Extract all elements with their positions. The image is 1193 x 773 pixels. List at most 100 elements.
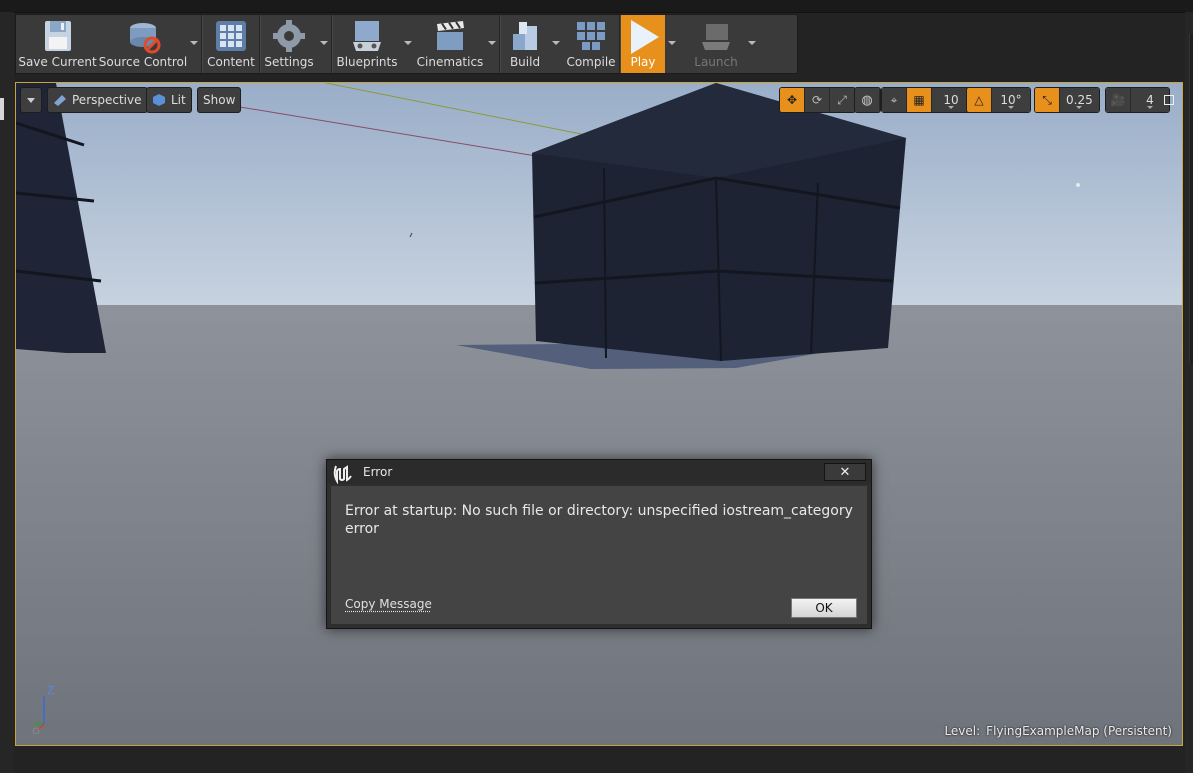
error-dialog: Error ✕ Error at startup: No such file o…: [326, 459, 872, 629]
compile-button[interactable]: Compile: [563, 15, 619, 73]
save-icon: [44, 21, 71, 51]
right-panel-scrollbar[interactable]: [1189, 34, 1193, 364]
viewport-options-button[interactable]: [20, 87, 42, 113]
source-control-icon: [130, 23, 161, 54]
scale-snap-group: ⤡ 0.25: [1034, 87, 1100, 113]
settings-dropdown[interactable]: [317, 15, 331, 73]
launch-dropdown[interactable]: [745, 15, 759, 73]
axis-gizmo-icon: [32, 696, 45, 735]
transform-mode-group: ✥ ⟳ ⤢: [779, 87, 856, 113]
close-icon: ✕: [839, 464, 851, 480]
build-button[interactable]: Build: [501, 15, 549, 73]
scale-snap-toggle[interactable]: ⤡: [1035, 88, 1060, 112]
camera-speed-group: 🎥 4: [1105, 87, 1170, 113]
unreal-logo-icon: [333, 465, 352, 484]
cinematics-icon: [437, 21, 464, 50]
lit-label: Lit: [171, 93, 186, 107]
rotate-tool-button[interactable]: ⟳: [805, 88, 830, 112]
world-space-button[interactable]: ◍: [855, 88, 880, 112]
surface-snap-icon: ⌖: [890, 92, 898, 107]
content-button[interactable]: Content: [203, 15, 259, 73]
ok-button[interactable]: OK: [791, 598, 857, 618]
right-panel-edge: [1185, 12, 1193, 773]
launch-icon: [702, 24, 730, 50]
source-control-button[interactable]: Source Control: [99, 15, 187, 73]
cinematics-dropdown[interactable]: [485, 15, 499, 73]
level-viewport[interactable]: Perspective Lit Show ✥ ⟳ ⤢ ◍ ⌖ ▦ 10 △ 10…: [15, 82, 1183, 746]
translate-tool-button[interactable]: ✥: [780, 88, 805, 112]
launch-label: Launch: [694, 55, 738, 69]
play-icon: [631, 20, 659, 54]
dialog-title-bar[interactable]: Error ✕: [327, 460, 871, 484]
build-icon: [513, 22, 537, 50]
play-dropdown[interactable]: [665, 15, 687, 73]
axis-z-label: Z: [47, 684, 55, 697]
scale-icon: ⤢: [837, 92, 847, 107]
cinematics-label: Cinematics: [416, 55, 484, 69]
content-label: Content: [207, 55, 255, 69]
lit-icon: [153, 94, 165, 106]
grid-icon: ▦: [913, 93, 925, 107]
build-dropdown[interactable]: [549, 15, 563, 73]
settings-button[interactable]: Settings: [261, 15, 317, 73]
blueprints-label: Blueprints: [336, 55, 398, 69]
rotation-snap-group: △ 10°: [966, 87, 1031, 113]
launch-button[interactable]: Launch: [687, 15, 745, 73]
title-strip: [0, 0, 1193, 13]
maximize-viewport-button[interactable]: [1162, 93, 1174, 105]
camera-icon: 🎥: [1110, 93, 1126, 107]
left-panel-tab[interactable]: [0, 98, 4, 120]
axis-indicator: Z: [26, 684, 66, 737]
viewport-scene: [16, 83, 1182, 745]
content-icon: [216, 21, 246, 51]
level-label: Level:: [944, 724, 981, 738]
compile-icon: [577, 22, 605, 50]
save-current-button[interactable]: Save Current: [16, 15, 99, 73]
grid-snap-toggle[interactable]: ▦: [907, 88, 932, 112]
rotation-snap-value[interactable]: 10°: [992, 88, 1030, 112]
perspective-label: Perspective: [72, 93, 142, 107]
perspective-icon: [54, 95, 66, 106]
move-icon: ✥: [786, 93, 798, 107]
play-label: Play: [630, 55, 656, 69]
scale-snap-value[interactable]: 0.25: [1060, 88, 1099, 112]
compile-label: Compile: [566, 55, 616, 69]
blueprints-button[interactable]: Blueprints: [333, 15, 401, 73]
source-control-dropdown[interactable]: [187, 15, 201, 73]
chevron-down-icon: [27, 97, 35, 103]
cinematics-button[interactable]: Cinematics: [415, 15, 485, 73]
settings-label: Settings: [264, 55, 314, 69]
blueprints-icon: [353, 21, 381, 51]
build-label: Build: [509, 55, 541, 69]
dialog-close-button[interactable]: ✕: [824, 463, 866, 481]
scale-tool-button[interactable]: ⤢: [830, 88, 855, 112]
grid-snap-value[interactable]: 10: [932, 88, 970, 112]
maximize-icon: [1164, 95, 1174, 105]
show-button[interactable]: Show: [197, 87, 242, 113]
play-button[interactable]: Play: [621, 15, 665, 73]
error-message: Error at startup: No such file or direct…: [345, 503, 853, 537]
show-label: Show: [203, 93, 236, 107]
blueprints-dropdown[interactable]: [401, 15, 415, 73]
perspective-button[interactable]: Perspective: [47, 87, 148, 113]
scale-snap-icon: ⤡: [1042, 92, 1052, 107]
grid-snap-group: ⌖ ▦ 10: [881, 87, 971, 113]
dialog-body: Error at startup: No such file or direct…: [331, 486, 867, 624]
level-indicator: Level: FlyingExampleMap (Persistent): [944, 724, 1172, 738]
coordinate-space-group: ◍: [854, 87, 881, 113]
lit-button[interactable]: Lit: [146, 87, 192, 113]
surface-snap-button[interactable]: ⌖: [882, 88, 907, 112]
copy-message-link[interactable]: Copy Message: [345, 597, 432, 611]
angle-icon: △: [974, 93, 984, 107]
main-toolbar: Save Current Source Control Content Sett…: [15, 14, 798, 74]
save-current-label: Save Current: [18, 55, 97, 69]
rotate-icon: ⟳: [811, 93, 823, 107]
rotation-snap-toggle[interactable]: △: [967, 88, 992, 112]
camera-speed-button[interactable]: 🎥: [1106, 88, 1131, 112]
source-control-label: Source Control: [98, 55, 188, 69]
settings-icon: [273, 20, 305, 52]
level-name: FlyingExampleMap (Persistent): [986, 724, 1172, 738]
left-panel-edge: [0, 12, 14, 773]
globe-icon: ◍: [861, 92, 873, 108]
dialog-title: Error: [363, 465, 393, 479]
